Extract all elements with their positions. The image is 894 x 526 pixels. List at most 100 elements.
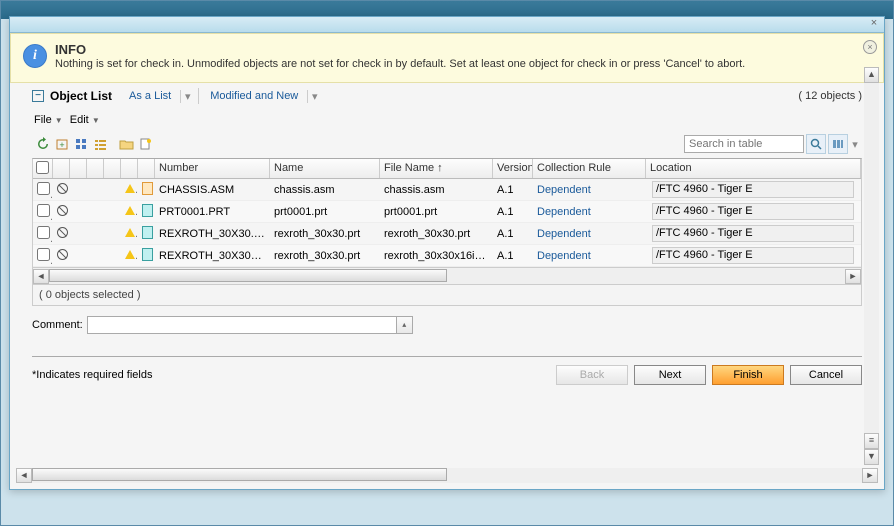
finish-button[interactable]: Finish: [712, 365, 784, 385]
warning-icon: [125, 206, 135, 215]
banner-close-icon[interactable]: ×: [863, 40, 877, 54]
select-all-checkbox[interactable]: [36, 161, 49, 174]
table-row[interactable]: CHASSIS.ASMchassis.asmchassis.asmA.1Depe…: [33, 179, 861, 201]
comment-label: Comment:: [32, 319, 83, 331]
hscroll-left-icon[interactable]: ◄: [33, 269, 49, 284]
table-row[interactable]: PRT0001.PRTprt0001.prtprt0001.prtA.1Depe…: [33, 201, 861, 223]
svg-text:+: +: [59, 140, 64, 150]
dlg-hscroll-left-icon[interactable]: ◄: [16, 468, 32, 483]
edit-menu[interactable]: Edit ▼: [70, 114, 100, 126]
cell-rule[interactable]: Dependent: [533, 248, 646, 264]
vscroll-hgrip-icon[interactable]: ≡: [864, 433, 879, 449]
forbid-icon: [57, 227, 68, 238]
checkin-dialog: × × i INFO Nothing is set for check in. …: [9, 16, 885, 490]
cell-version: A.1: [493, 182, 533, 198]
col-version[interactable]: Version: [493, 159, 533, 178]
info-title: INFO: [55, 42, 871, 57]
row-checkbox[interactable]: [37, 204, 50, 217]
dialog-vscrollbar[interactable]: ▲ ≡ ▼: [863, 67, 880, 465]
table-hscrollbar[interactable]: ◄ ►: [33, 267, 861, 284]
cell-file: prt0001.prt: [380, 204, 493, 220]
view-mode-caret-icon[interactable]: ▾: [180, 90, 194, 103]
folder-icon[interactable]: [117, 135, 135, 153]
dialog-title-bar: ×: [10, 17, 884, 33]
vscroll-down-icon[interactable]: ▼: [864, 449, 879, 465]
dialog-close-icon[interactable]: ×: [868, 18, 880, 30]
forbid-icon: [57, 249, 68, 260]
cell-version: A.1: [493, 226, 533, 242]
cell-location[interactable]: /FTC 4960 - Tiger E: [652, 225, 854, 242]
col-name[interactable]: Name: [270, 159, 380, 178]
collapse-icon[interactable]: −: [32, 90, 44, 102]
cell-file: rexroth_30x30x16in.prt: [380, 248, 493, 264]
table-body: CHASSIS.ASMchassis.asmchassis.asmA.1Depe…: [33, 179, 861, 267]
filetype-icon: [142, 248, 153, 261]
next-button[interactable]: Next: [634, 365, 706, 385]
cell-location[interactable]: /FTC 4960 - Tiger E: [652, 247, 854, 264]
cell-rule[interactable]: Dependent: [533, 182, 646, 198]
forbid-icon: [57, 205, 68, 216]
table-header: Number Name File Name ↑ Version Collecti…: [33, 159, 861, 179]
filter-mode-caret-icon[interactable]: ▾: [307, 90, 321, 103]
cell-number: REXROTH_30X30.PRT: [155, 226, 270, 242]
column-settings-icon[interactable]: [828, 134, 848, 154]
col-file-name[interactable]: File Name ↑: [380, 159, 493, 178]
cell-number: PRT0001.PRT: [155, 204, 270, 220]
cell-rule[interactable]: Dependent: [533, 226, 646, 242]
search-button[interactable]: [806, 134, 826, 154]
cell-rule[interactable]: Dependent: [533, 204, 646, 220]
cell-location[interactable]: /FTC 4960 - Tiger E: [652, 181, 854, 198]
row-checkbox[interactable]: [37, 248, 50, 261]
cell-file: chassis.asm: [380, 182, 493, 198]
hscroll-right-icon[interactable]: ►: [845, 269, 861, 284]
list-icon[interactable]: [91, 135, 109, 153]
table-row[interactable]: REXROTH_30X30X16IN...rexroth_30x30.prtre…: [33, 245, 861, 267]
menu-bar: File ▼ Edit ▼: [32, 110, 862, 130]
file-menu[interactable]: File ▼: [34, 114, 63, 126]
object-table: Number Name File Name ↑ Version Collecti…: [32, 158, 862, 285]
dlg-hscroll-right-icon[interactable]: ►: [862, 468, 878, 483]
cell-name: chassis.asm: [270, 182, 380, 198]
col-location[interactable]: Location: [646, 159, 861, 178]
toolbar: + ▾: [32, 130, 862, 158]
object-list-title: Object List: [50, 89, 112, 103]
row-checkbox[interactable]: [37, 182, 50, 195]
view-mode-dropdown[interactable]: As a List: [122, 87, 178, 105]
cell-name: rexroth_30x30.prt: [270, 248, 380, 264]
comment-expand-icon[interactable]: ▴: [397, 316, 413, 334]
cell-number: REXROTH_30X30X16IN...: [155, 248, 270, 264]
back-button: Back: [556, 365, 628, 385]
objects-count: ( 12 objects ): [798, 90, 862, 102]
warning-icon: [125, 250, 135, 259]
required-note: *Indicates required fields: [32, 369, 152, 381]
filetype-icon: [142, 204, 153, 217]
cell-number: CHASSIS.ASM: [155, 182, 270, 198]
col-collection-rule[interactable]: Collection Rule: [533, 159, 646, 178]
grid-icon[interactable]: [72, 135, 90, 153]
cell-name: prt0001.prt: [270, 204, 380, 220]
outer-window: × × i INFO Nothing is set for check in. …: [0, 0, 894, 526]
object-list-header: − Object List As a List ▾ Modified and N…: [32, 83, 862, 110]
search-input[interactable]: [684, 135, 804, 153]
footer: *Indicates required fields Back Next Fin…: [32, 365, 862, 393]
info-banner: × i INFO Nothing is set for check in. Un…: [10, 33, 884, 83]
col-number[interactable]: Number: [155, 159, 270, 178]
dialog-hscrollbar[interactable]: ◄ ►: [16, 468, 878, 485]
column-settings-caret-icon[interactable]: ▾: [850, 138, 860, 151]
info-icon: i: [23, 44, 47, 68]
cell-version: A.1: [493, 204, 533, 220]
vscroll-up-icon[interactable]: ▲: [864, 67, 879, 83]
cell-location[interactable]: /FTC 4960 - Tiger E: [652, 203, 854, 220]
cancel-button[interactable]: Cancel: [790, 365, 862, 385]
add-icon[interactable]: +: [53, 135, 71, 153]
comment-input[interactable]: [87, 316, 397, 334]
comment-row: Comment: ▴: [32, 316, 862, 334]
selection-status: ( 0 objects selected ): [32, 285, 862, 306]
new-doc-icon[interactable]: [136, 135, 154, 153]
row-checkbox[interactable]: [37, 226, 50, 239]
filter-mode-dropdown[interactable]: Modified and New: [203, 87, 305, 105]
warning-icon: [125, 228, 135, 237]
refresh-icon[interactable]: [34, 135, 52, 153]
cell-version: A.1: [493, 248, 533, 264]
table-row[interactable]: REXROTH_30X30.PRTrexroth_30x30.prtrexrot…: [33, 223, 861, 245]
